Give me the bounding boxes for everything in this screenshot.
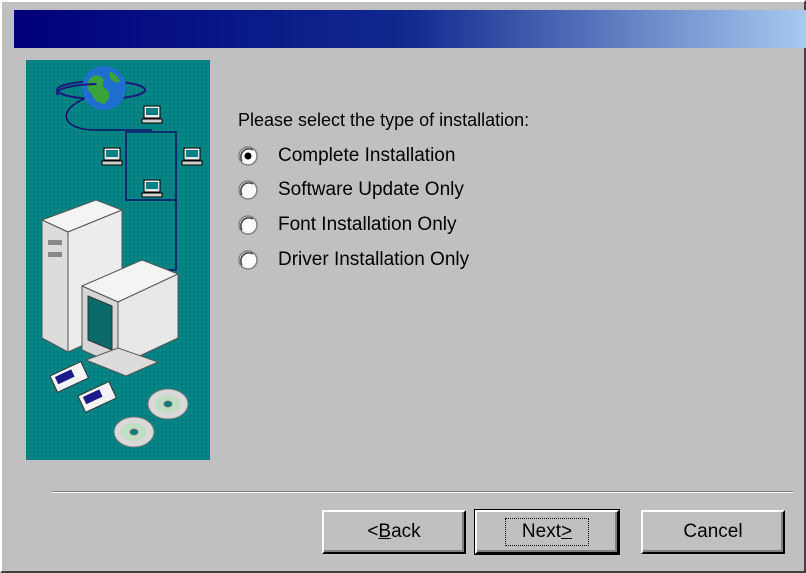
desktop-computer-icon xyxy=(40,199,180,377)
radio-label: Driver Installation Only xyxy=(278,249,470,270)
radio-button[interactable] xyxy=(238,215,258,235)
radio-button[interactable] xyxy=(238,180,258,200)
title-bar xyxy=(14,10,806,48)
radio-button[interactable] xyxy=(238,250,258,270)
radio-driver-installation-only[interactable]: Driver Installation Only xyxy=(238,245,469,275)
setup-illustration xyxy=(26,60,210,460)
floppy-disk-icon xyxy=(49,360,118,413)
cancel-button[interactable]: Cancel xyxy=(641,510,785,554)
back-prefix: < xyxy=(367,521,379,542)
radio-label: Software Update Only xyxy=(278,179,464,200)
setup-dialog: Please select the type of installation: … xyxy=(0,0,806,573)
radio-label: Complete Installation xyxy=(278,145,456,166)
network-computer-icon xyxy=(101,105,203,198)
globe-icon xyxy=(56,66,146,110)
focus-rectangle: Next> xyxy=(504,518,590,546)
install-type-prompt: Please select the type of installation: xyxy=(238,110,530,130)
next-button[interactable]: Next> xyxy=(474,509,620,555)
separator xyxy=(52,491,793,493)
radio-software-update-only[interactable]: Software Update Only xyxy=(238,175,464,205)
back-button[interactable]: < Back xyxy=(322,510,466,554)
radio-label: Font Installation Only xyxy=(278,214,457,235)
back-rest: ack xyxy=(391,521,421,542)
next-text: Next xyxy=(521,521,561,542)
radio-button-selected[interactable] xyxy=(238,146,258,166)
back-mnemonic: B xyxy=(378,521,392,542)
radio-complete-installation[interactable]: Complete Installation xyxy=(238,141,455,171)
radio-font-installation-only[interactable]: Font Installation Only xyxy=(238,210,456,240)
cd-rom-icon xyxy=(113,388,189,448)
next-suffix: > xyxy=(560,521,573,542)
